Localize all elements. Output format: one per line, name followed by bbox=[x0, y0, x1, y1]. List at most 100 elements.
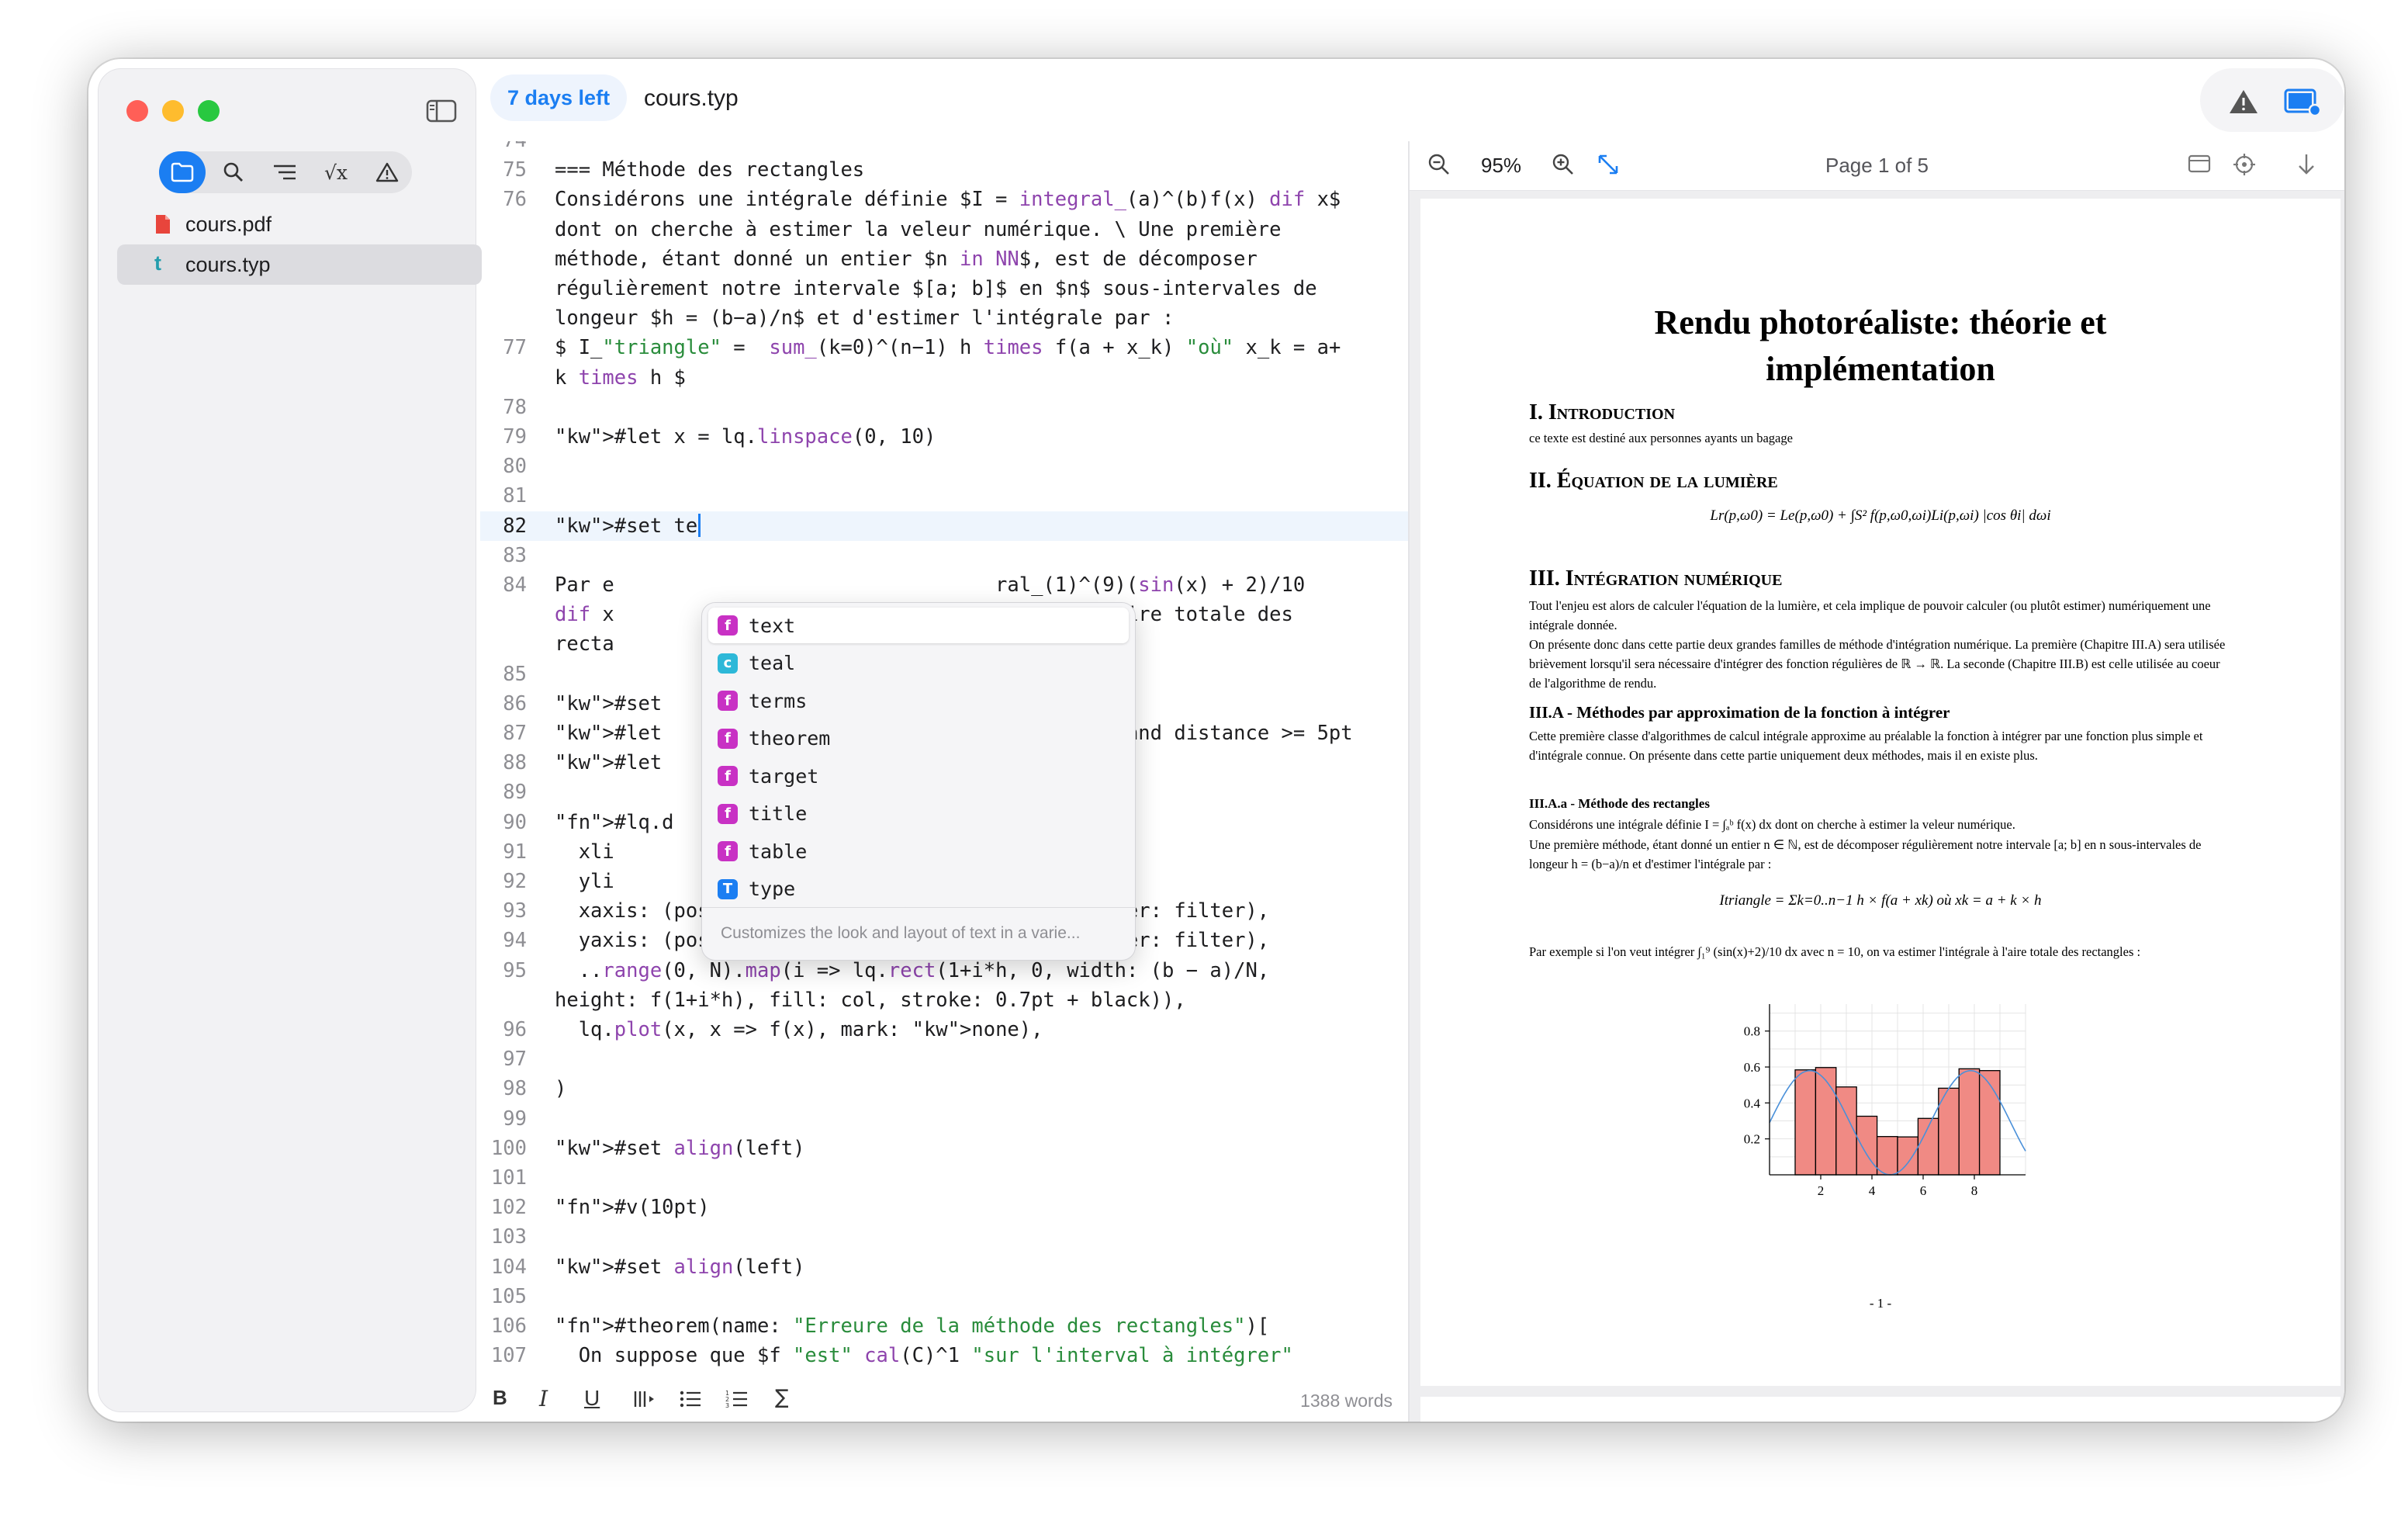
svg-text:3: 3 bbox=[725, 1402, 729, 1409]
chart-bar bbox=[1794, 1069, 1817, 1176]
line-number: 86 bbox=[503, 691, 527, 715]
download-icon[interactable] bbox=[2296, 152, 2317, 182]
line-number: 77 bbox=[503, 336, 527, 360]
file-item-cours-pdf[interactable]: cours.pdf bbox=[117, 204, 482, 244]
line-number: 79 bbox=[503, 425, 527, 449]
code-line[interactable]: 79 "kw">#let x = lq.linspace(0, 10) bbox=[480, 422, 1408, 452]
trial-badge[interactable]: 7 days left bbox=[490, 74, 628, 121]
preview-window-icon[interactable] bbox=[2284, 87, 2322, 120]
code-line[interactable]: 74 bbox=[480, 141, 1408, 155]
code-line[interactable]: 104 "kw">#set align(left) bbox=[480, 1252, 1408, 1282]
zoom-out-icon[interactable] bbox=[1427, 152, 1451, 182]
code-line[interactable]: méthode, étant donné un entier $n in NN$… bbox=[480, 244, 1408, 274]
autocomplete-item[interactable]: f theorem bbox=[708, 721, 1129, 757]
outline-icon[interactable] bbox=[261, 151, 308, 193]
autocomplete-item[interactable]: Ttype bbox=[708, 871, 1129, 907]
code-line[interactable]: 81 bbox=[480, 481, 1408, 511]
code-line[interactable]: 78 bbox=[480, 393, 1408, 422]
document-title: Rendu photoréaliste: théorie et bbox=[1654, 303, 2107, 341]
code-line[interactable]: régulièrement notre intervale $[a; b]$ e… bbox=[480, 274, 1408, 303]
code-text: height: f(1+i*h), fill: col, stroke: 0.7… bbox=[555, 988, 1186, 1012]
format-bar: B I U 123 ∑ 1388 words bbox=[480, 1378, 1408, 1422]
document-title: cours.typ bbox=[644, 85, 739, 111]
x-tick-label: 8 bbox=[1971, 1183, 1978, 1198]
line-number: 87 bbox=[503, 722, 527, 745]
line-number: 90 bbox=[503, 810, 527, 834]
minimize-window-button[interactable] bbox=[162, 100, 184, 122]
code-line[interactable]: k times h $ bbox=[480, 363, 1408, 393]
warning-icon[interactable] bbox=[364, 151, 410, 193]
autocomplete-item[interactable]: c teal bbox=[708, 646, 1129, 681]
autocomplete-item[interactable]: f target bbox=[708, 758, 1129, 794]
code-line[interactable]: 99 bbox=[480, 1104, 1408, 1134]
line-number: 88 bbox=[503, 751, 527, 775]
code-line[interactable]: 98) bbox=[480, 1074, 1408, 1103]
file-item-cours-typ[interactable]: t cours.typ bbox=[117, 244, 482, 285]
line-number: 78 bbox=[503, 395, 527, 419]
code-line[interactable]: height: f(1+i*h), fill: col, stroke: 0.7… bbox=[480, 985, 1408, 1015]
italic-button[interactable]: I bbox=[539, 1386, 548, 1411]
autocomplete-item[interactable]: f text bbox=[708, 608, 1129, 643]
folder-icon[interactable] bbox=[159, 151, 206, 193]
code-line[interactable]: 96 lq.plot(x, x => f(x), mark: "kw">none… bbox=[480, 1015, 1408, 1044]
code-text: "fn">#lq.d bbox=[555, 810, 674, 834]
line-number: 85 bbox=[503, 662, 527, 686]
page-view-icon[interactable] bbox=[2187, 152, 2212, 181]
numbered-list-icon[interactable]: 123 bbox=[725, 1389, 749, 1415]
code-text: k times h $ bbox=[555, 365, 686, 390]
zoom-in-icon[interactable] bbox=[1551, 152, 1576, 182]
code-line[interactable]: 77 $ I_"triangle" = sum_(k=0)^(n−1) h tim… bbox=[480, 333, 1408, 362]
code-line[interactable]: longeur $h = (b−a)/n$ et d'estimer l'int… bbox=[480, 303, 1408, 333]
code-line[interactable]: 102 "fn">#v(10pt) bbox=[480, 1193, 1408, 1222]
paragraph: Une première méthode, étant donné un ent… bbox=[1529, 837, 2202, 871]
sidebar-toggle-icon[interactable] bbox=[426, 99, 457, 123]
code-line[interactable]: 82 "kw">#set te bbox=[480, 511, 1408, 541]
warning-icon[interactable] bbox=[2228, 88, 2259, 119]
columns-icon[interactable] bbox=[632, 1389, 659, 1415]
autocomplete-item[interactable]: f title bbox=[708, 796, 1129, 832]
file-label: cours.typ bbox=[185, 252, 271, 276]
search-icon[interactable] bbox=[210, 151, 257, 193]
pdf-file-icon bbox=[154, 213, 171, 235]
zoom-level[interactable]: 95% bbox=[1481, 154, 1521, 178]
code-line[interactable]: 103 bbox=[480, 1222, 1408, 1252]
bullet-list-icon[interactable] bbox=[679, 1389, 702, 1415]
divider bbox=[702, 907, 1135, 908]
math-button[interactable]: ∑ bbox=[775, 1386, 789, 1409]
code-line[interactable]: 84 Par e ral_(1)^(9)(sin(x) + 2)/10 bbox=[480, 570, 1408, 600]
code-line[interactable]: dont on cherche à estimer la veleur numé… bbox=[480, 215, 1408, 244]
line-number: 95 bbox=[503, 958, 527, 982]
code-text: régulièrement notre intervale $[a; b]$ e… bbox=[555, 277, 1317, 300]
code-line[interactable]: 101 bbox=[480, 1163, 1408, 1193]
target-icon[interactable] bbox=[2232, 152, 2257, 182]
code-line[interactable]: 75 === Méthode des rectangles bbox=[480, 155, 1408, 185]
close-window-button[interactable] bbox=[126, 100, 148, 122]
bold-button[interactable]: B bbox=[493, 1386, 507, 1410]
code-line[interactable]: 106 "fn">#theorem(name: "Erreure de la mé… bbox=[480, 1311, 1408, 1341]
code-line[interactable]: 97 bbox=[480, 1044, 1408, 1074]
autocomplete-label: title bbox=[749, 802, 808, 825]
code-line[interactable]: 83 bbox=[480, 541, 1408, 570]
autocomplete-item[interactable]: f terms bbox=[708, 683, 1129, 719]
code-text: On suppose que $f "est" cal(C)^1 "sur l'… bbox=[555, 1344, 1293, 1368]
fit-width-icon[interactable] bbox=[1596, 152, 1621, 182]
code-text: lq.plot(x, x => f(x), mark: "kw">none), bbox=[555, 1018, 1043, 1041]
paragraph: Par exemple si l'on veut intégrer ∫₁⁹ (s… bbox=[1529, 944, 2141, 959]
code-line[interactable]: 80 bbox=[480, 452, 1408, 481]
code-text: "kw">#let bbox=[555, 751, 663, 775]
zoom-window-button[interactable] bbox=[198, 100, 220, 122]
preview-toolbar: 95% Page 1 of 5 bbox=[1410, 141, 2344, 191]
code-line[interactable]: 107 On suppose que $f "est" cal(C)^1 "su… bbox=[480, 1341, 1408, 1370]
math-icon[interactable]: √x bbox=[313, 151, 359, 193]
code-text: yli bbox=[555, 870, 614, 893]
pdf-preview: 95% Page 1 of 5 Rendu photoréaliste: thé… bbox=[1410, 141, 2344, 1422]
line-number: 107 bbox=[490, 1344, 527, 1368]
line-number: 83 bbox=[503, 543, 527, 567]
code-line[interactable]: 105 bbox=[480, 1282, 1408, 1311]
underline-button[interactable]: U bbox=[584, 1386, 600, 1411]
autocomplete-item[interactable]: f table bbox=[708, 833, 1129, 869]
code-text: "kw">#let x = lq.linspace(0, 10) bbox=[555, 425, 936, 449]
code-line[interactable]: 76 Considérons une intégrale définie $I =… bbox=[480, 185, 1408, 214]
chart-bar bbox=[1856, 1115, 1878, 1176]
code-line[interactable]: 100 "kw">#set align(left) bbox=[480, 1134, 1408, 1163]
